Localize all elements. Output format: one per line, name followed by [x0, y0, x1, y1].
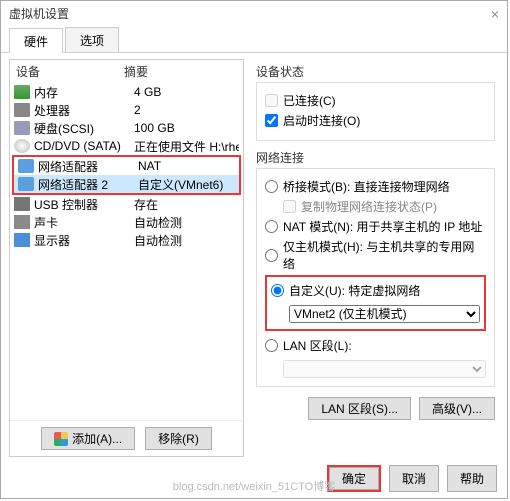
dialog-title: 虚拟机设置	[9, 1, 69, 27]
lan-segment-select	[283, 360, 486, 378]
device-name: 内存	[34, 84, 134, 101]
device-row[interactable]: 网络适配器 NAT	[14, 157, 239, 175]
device-row[interactable]: 声卡 自动检测	[10, 213, 243, 231]
device-list-header: 设备 摘要	[10, 60, 243, 83]
device-summary: 100 GB	[134, 121, 239, 135]
network-connection-title: 网络连接	[256, 149, 495, 166]
connect-at-poweron-checkbox[interactable]: 启动时连接(O)	[265, 112, 486, 129]
device-summary: 存在	[134, 196, 239, 213]
device-rows: 内存 4 GB 处理器 2 硬盘(SCSI) 100 GB CD/DVD (SA…	[10, 83, 243, 420]
device-name: 硬盘(SCSI)	[34, 120, 134, 137]
dialog-footer: 确定 取消 帮助	[327, 465, 497, 492]
device-name: CD/DVD (SATA)	[34, 139, 134, 153]
col-device: 设备	[16, 63, 124, 80]
titlebar: 虚拟机设置 ×	[1, 1, 507, 27]
add-device-button[interactable]: 添加(A)...	[41, 427, 135, 450]
tab-strip: 硬件 选项	[1, 27, 507, 53]
device-icon	[14, 215, 30, 229]
radio-lan-segment[interactable]: LAN 区段(L):	[265, 337, 486, 354]
device-summary: 2	[134, 103, 239, 117]
device-icon	[14, 121, 30, 135]
device-list-panel: 设备 摘要 内存 4 GB 处理器 2 硬盘(SCSI) 100 GB CD/D…	[9, 59, 244, 457]
device-name: 显示器	[34, 232, 134, 249]
device-status-group: 已连接(C) 启动时连接(O)	[256, 82, 495, 141]
device-icon	[14, 139, 30, 153]
device-icon	[18, 159, 34, 173]
device-summary: 自动检测	[134, 214, 239, 231]
device-name: 网络适配器 2	[38, 176, 138, 193]
advanced-button[interactable]: 高级(V)...	[419, 397, 495, 420]
device-icon	[14, 197, 30, 211]
ok-highlight: 确定	[327, 465, 381, 492]
custom-vmnet-select[interactable]: VMnet2 (仅主机模式)	[289, 305, 480, 323]
device-row[interactable]: 网络适配器 2 自定义(VMnet6)	[14, 175, 239, 193]
ok-button[interactable]: 确定	[329, 467, 379, 490]
shield-icon	[54, 432, 68, 446]
device-summary: NAT	[138, 159, 235, 173]
device-detail-panel: 设备状态 已连接(C) 启动时连接(O) 网络连接 桥接模式(B): 直接连接物…	[244, 59, 499, 453]
col-summary: 摘要	[124, 63, 148, 80]
device-name: 处理器	[34, 102, 134, 119]
device-row[interactable]: 处理器 2	[10, 101, 243, 119]
device-name: 声卡	[34, 214, 134, 231]
device-summary: 自动检测	[134, 232, 239, 249]
device-icon	[14, 103, 30, 117]
radio-bridged[interactable]: 桥接模式(B): 直接连接物理网络	[265, 178, 486, 195]
close-icon[interactable]: ×	[491, 1, 499, 27]
device-summary: 4 GB	[134, 85, 239, 99]
device-icon	[18, 177, 34, 191]
lan-segments-button[interactable]: LAN 区段(S)...	[308, 397, 411, 420]
tab-hardware[interactable]: 硬件	[9, 28, 63, 53]
device-row[interactable]: CD/DVD (SATA) 正在使用文件 H:\rhel-server-7.6-…	[10, 137, 243, 155]
cancel-button[interactable]: 取消	[389, 465, 439, 492]
network-adapter-highlight: 网络适配器 NAT 网络适配器 2 自定义(VMnet6)	[12, 155, 241, 195]
device-status-title: 设备状态	[256, 63, 495, 80]
help-button[interactable]: 帮助	[447, 465, 497, 492]
vm-settings-dialog: 虚拟机设置 × 硬件 选项 设备 摘要 内存 4 GB 处理器 2 硬盘(SCS…	[0, 0, 508, 499]
device-name: USB 控制器	[34, 196, 134, 213]
device-icon	[14, 85, 30, 99]
replicate-checkbox: 复制物理网络连接状态(P)	[283, 198, 486, 215]
radio-custom[interactable]: 自定义(U): 特定虚拟网络	[271, 282, 480, 299]
watermark-text: blog.csdn.net/weixin_51CTO博客	[173, 478, 335, 494]
tab-options[interactable]: 选项	[65, 27, 119, 52]
radio-nat[interactable]: NAT 模式(N): 用于共享主机的 IP 地址	[265, 218, 486, 235]
network-connection-group: 桥接模式(B): 直接连接物理网络 复制物理网络连接状态(P) NAT 模式(N…	[256, 168, 495, 387]
device-row[interactable]: USB 控制器 存在	[10, 195, 243, 213]
device-row[interactable]: 内存 4 GB	[10, 83, 243, 101]
custom-network-highlight: 自定义(U): 特定虚拟网络 VMnet2 (仅主机模式)	[265, 275, 486, 331]
radio-hostonly[interactable]: 仅主机模式(H): 与主机共享的专用网络	[265, 238, 486, 272]
remove-device-button[interactable]: 移除(R)	[145, 427, 212, 450]
device-row[interactable]: 显示器 自动检测	[10, 231, 243, 249]
connected-checkbox[interactable]: 已连接(C)	[265, 92, 486, 109]
device-icon	[14, 233, 30, 247]
device-summary: 正在使用文件 H:\rhel-server-7.6-...	[134, 138, 239, 155]
device-name: 网络适配器	[38, 158, 138, 175]
device-summary: 自定义(VMnet6)	[138, 176, 235, 193]
device-row[interactable]: 硬盘(SCSI) 100 GB	[10, 119, 243, 137]
